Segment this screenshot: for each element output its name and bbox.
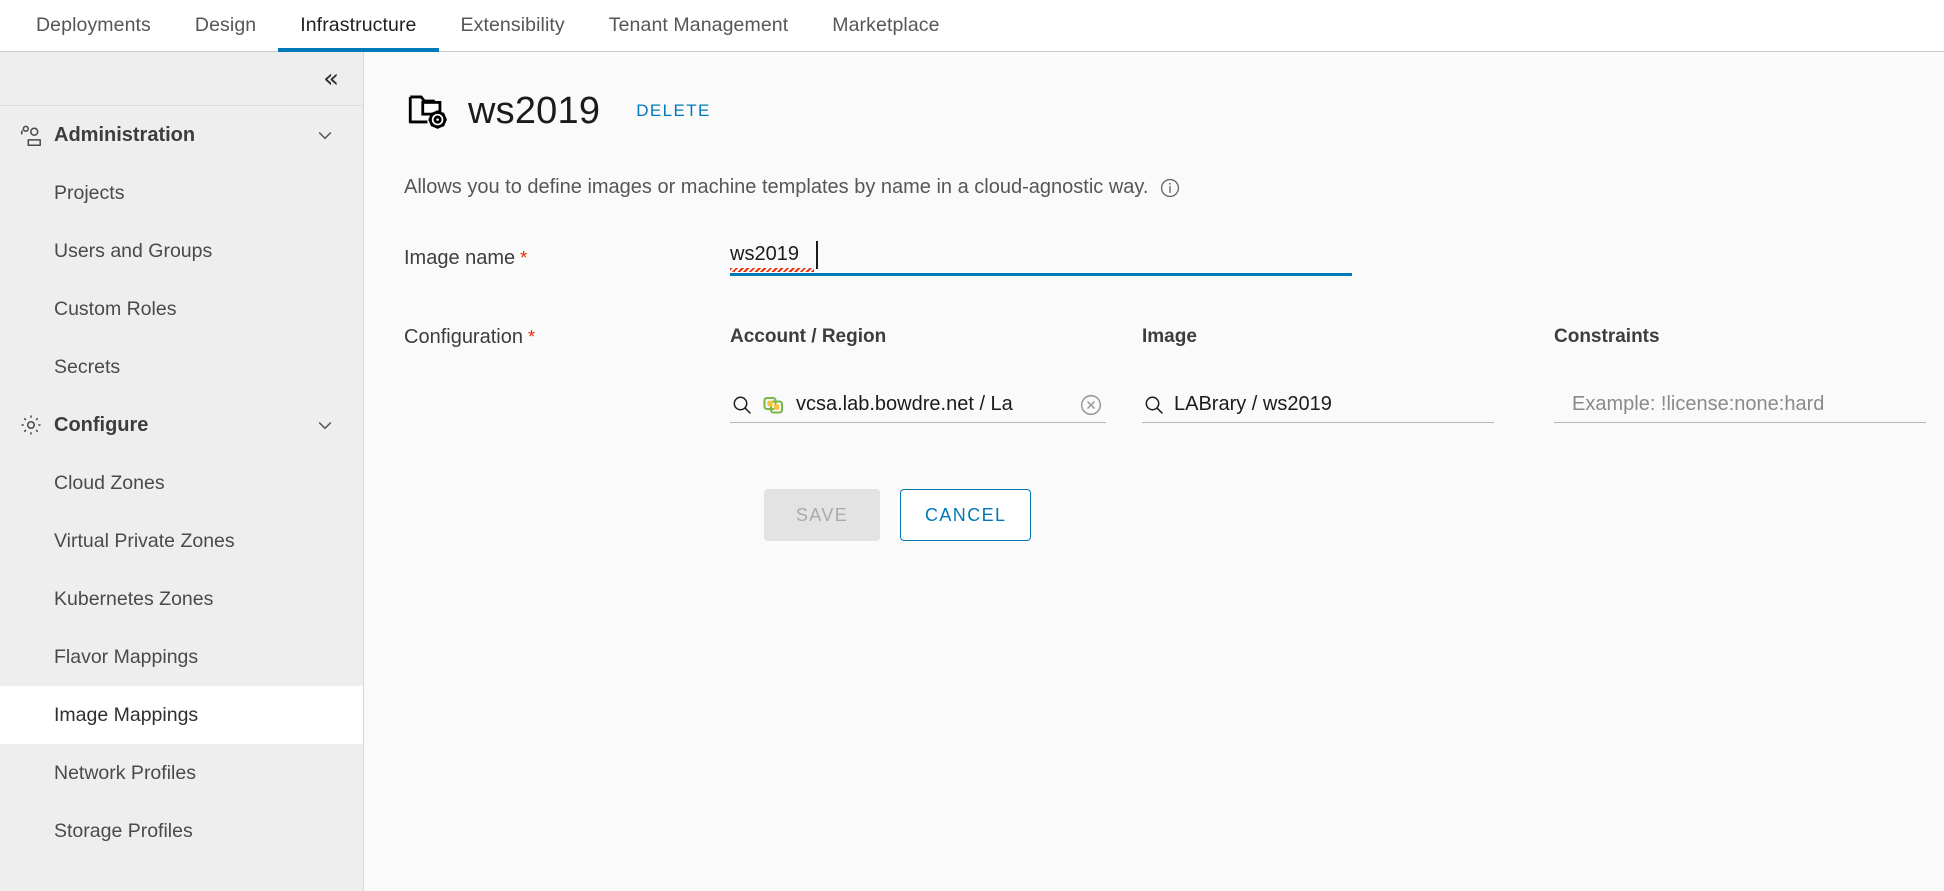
double-chevron-left-icon[interactable]: « [323, 66, 339, 92]
column-header-image: Image [1142, 326, 1197, 347]
app-shell: « Administration Projects Users and Grou… [0, 52, 1944, 891]
tab-label: Deployments [36, 14, 151, 36]
image-name-label-text: Image name [404, 247, 516, 269]
chevron-down-icon[interactable] [315, 415, 335, 435]
sidebar-header: « [0, 52, 363, 106]
tab-deployments[interactable]: Deployments [14, 0, 173, 51]
account-region-field[interactable]: vcsa.lab.bowdre.net / La [730, 387, 1106, 423]
sidebar-item-label: Cloud Zones [54, 471, 165, 494]
sidebar-item-label: Flavor Mappings [54, 645, 199, 668]
delete-button[interactable]: DELETE [636, 101, 711, 121]
constraints-placeholder: Example: !license:none:hard [1572, 393, 1825, 415]
spellcheck-underline [730, 268, 814, 272]
tab-label: Infrastructure [300, 14, 417, 36]
tab-extensibility[interactable]: Extensibility [439, 0, 587, 51]
sidebar-item-network-profiles[interactable]: Network Profiles [0, 744, 363, 802]
sidebar-item-label: Kubernetes Zones [54, 587, 214, 610]
tab-tenant-management[interactable]: Tenant Management [587, 0, 811, 51]
tab-label: Extensibility [460, 14, 565, 36]
image-name-input-wrapper [730, 241, 1352, 276]
main-content: ws2019 DELETE Allows you to define image… [364, 52, 1944, 891]
sidebar-group-configure[interactable]: Configure [0, 396, 363, 454]
sidebar-item-label: Custom Roles [54, 297, 177, 320]
sidebar-item-label: Secrets [54, 355, 121, 378]
constraints-field[interactable]: Example: !license:none:hard [1554, 387, 1926, 423]
sidebar-item-label: Projects [54, 181, 125, 204]
sidebar-group-label: Administration [54, 123, 196, 146]
cancel-button[interactable]: CANCEL [900, 489, 1032, 541]
sidebar-item-secrets[interactable]: Secrets [0, 338, 363, 396]
sidebar-item-custom-roles[interactable]: Custom Roles [0, 280, 363, 338]
sidebar-item-label: Image Mappings [54, 703, 199, 726]
sidebar-item-cloud-zones[interactable]: Cloud Zones [0, 454, 363, 512]
info-circle-icon[interactable] [1159, 177, 1181, 199]
required-marker: * [527, 327, 535, 347]
search-icon [730, 393, 756, 417]
sidebar-item-flavor-mappings[interactable]: Flavor Mappings [0, 628, 363, 686]
configuration-label: Configuration * [404, 326, 730, 349]
users-icon [16, 120, 46, 150]
configuration-headers: Configuration * Account / Region Image Co… [364, 326, 1944, 349]
sidebar-item-label: Virtual Private Zones [54, 529, 235, 552]
sidebar-item-image-mappings[interactable]: Image Mappings [0, 686, 363, 744]
save-button[interactable]: SAVE [764, 489, 880, 541]
image-field[interactable]: LABrary / ws2019 [1142, 387, 1494, 423]
top-navigation: Deployments Design Infrastructure Extens… [0, 0, 1944, 52]
sidebar-item-label: Users and Groups [54, 239, 213, 262]
vsphere-icon [762, 393, 788, 417]
configuration-row: vcsa.lab.bowdre.net / La LABrary / ws201… [364, 387, 1944, 423]
page-title: ws2019 [468, 89, 601, 132]
image-mapping-form: Image name * [364, 241, 1944, 276]
sidebar-group-administration[interactable]: Administration [0, 106, 363, 164]
sidebar: « Administration Projects Users and Grou… [0, 52, 364, 891]
tab-label: Design [194, 14, 257, 36]
page-description-text: Allows you to define images or machine t… [404, 176, 1149, 198]
image-name-row: Image name * [404, 241, 1944, 276]
configuration-label-text: Configuration [404, 326, 523, 348]
sidebar-item-virtual-private-zones[interactable]: Virtual Private Zones [0, 512, 363, 570]
tab-design[interactable]: Design [173, 0, 278, 51]
tab-label: Tenant Management [608, 14, 789, 36]
search-icon [1142, 393, 1168, 417]
sidebar-item-kubernetes-zones[interactable]: Kubernetes Zones [0, 570, 363, 628]
column-header-account-region: Account / Region [730, 326, 887, 347]
sidebar-item-users-and-groups[interactable]: Users and Groups [0, 222, 363, 280]
sidebar-item-storage-profiles[interactable]: Storage Profiles [0, 802, 363, 860]
image-name-input[interactable] [730, 241, 1352, 276]
clear-circle-icon[interactable] [1078, 392, 1106, 418]
sidebar-item-label: Network Profiles [54, 761, 196, 784]
text-caret [816, 241, 818, 269]
column-header-constraints: Constraints [1554, 326, 1660, 347]
page-header: ws2019 DELETE [364, 78, 1944, 144]
form-actions: SAVE CANCEL [364, 489, 1944, 541]
tab-infrastructure[interactable]: Infrastructure [278, 0, 439, 52]
required-marker: * [520, 248, 528, 268]
image-value: LABrary / ws2019 [1174, 393, 1332, 415]
chevron-down-icon[interactable] [315, 125, 335, 145]
gear-icon [16, 410, 46, 440]
sidebar-group-label: Configure [54, 413, 149, 436]
sidebar-item-projects[interactable]: Projects [0, 164, 363, 222]
sidebar-item-label: Storage Profiles [54, 819, 193, 842]
page-description: Allows you to define images or machine t… [364, 176, 1944, 199]
tab-marketplace[interactable]: Marketplace [810, 0, 961, 51]
image-mapping-icon [404, 86, 454, 136]
tab-label: Marketplace [832, 14, 940, 36]
image-name-label: Image name * [404, 241, 730, 270]
account-region-value: vcsa.lab.bowdre.net / La [796, 393, 1013, 415]
